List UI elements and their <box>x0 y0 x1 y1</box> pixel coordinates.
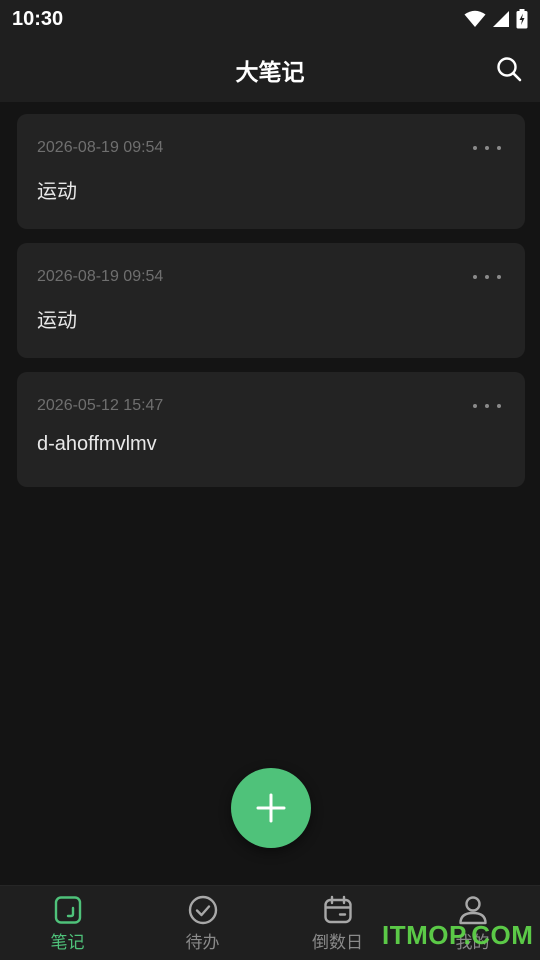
app-bar: 大笔记 <box>0 38 540 102</box>
signal-icon <box>493 11 509 27</box>
note-date: 2026-08-19 09:54 <box>37 268 164 285</box>
calendar-icon <box>323 895 352 924</box>
search-icon <box>497 57 522 82</box>
check-circle-icon <box>188 895 217 925</box>
more-options-button[interactable] <box>473 269 501 285</box>
search-button[interactable] <box>494 54 524 84</box>
watermark: ITMOP.COM <box>382 920 534 950</box>
nav-label: 倒数日 <box>312 933 363 953</box>
page-title: 大笔记 <box>235 60 305 86</box>
nav-label: 笔记 <box>50 933 85 953</box>
more-options-button[interactable] <box>473 398 501 414</box>
plus-icon <box>256 793 286 823</box>
wifi-icon <box>464 10 486 27</box>
note-date: 2026-05-12 15:47 <box>37 397 164 414</box>
more-dots-icon <box>497 404 501 408</box>
more-dots-icon <box>485 146 489 150</box>
note-card[interactable]: 2026-05-12 15:47 d-ahoffmvlmv <box>17 372 525 487</box>
note-card[interactable]: 2026-08-19 09:54 运动 <box>17 114 525 229</box>
add-note-button[interactable] <box>231 768 311 848</box>
more-dots-icon <box>473 275 477 279</box>
status-bar: 10:30 <box>0 0 540 38</box>
more-dots-icon <box>485 275 489 279</box>
note-list: 2026-08-19 09:54 运动 2026-08-19 09:54 运动 … <box>17 114 525 501</box>
battery-icon <box>516 9 528 29</box>
note-title: 运动 <box>37 310 77 332</box>
app-screen: 10:30 大笔记 2026-08-19 09:54 运动 2026-08-19… <box>0 0 540 960</box>
more-dots-icon <box>485 404 489 408</box>
more-options-button[interactable] <box>473 140 501 156</box>
nav-item-notes[interactable]: 笔记 <box>0 886 135 960</box>
nav-item-todo[interactable]: 待办 <box>135 886 270 960</box>
more-dots-icon <box>497 146 501 150</box>
note-date: 2026-08-19 09:54 <box>37 139 164 156</box>
status-time: 10:30 <box>12 7 64 30</box>
more-dots-icon <box>497 275 501 279</box>
note-card[interactable]: 2026-08-19 09:54 运动 <box>17 243 525 358</box>
more-dots-icon <box>473 146 477 150</box>
status-icons <box>464 9 528 29</box>
more-dots-icon <box>473 404 477 408</box>
note-title: 运动 <box>37 181 77 203</box>
note-title: d-ahoffmvlmv <box>37 433 157 455</box>
nav-label: 待办 <box>185 933 220 953</box>
note-icon <box>54 896 81 924</box>
